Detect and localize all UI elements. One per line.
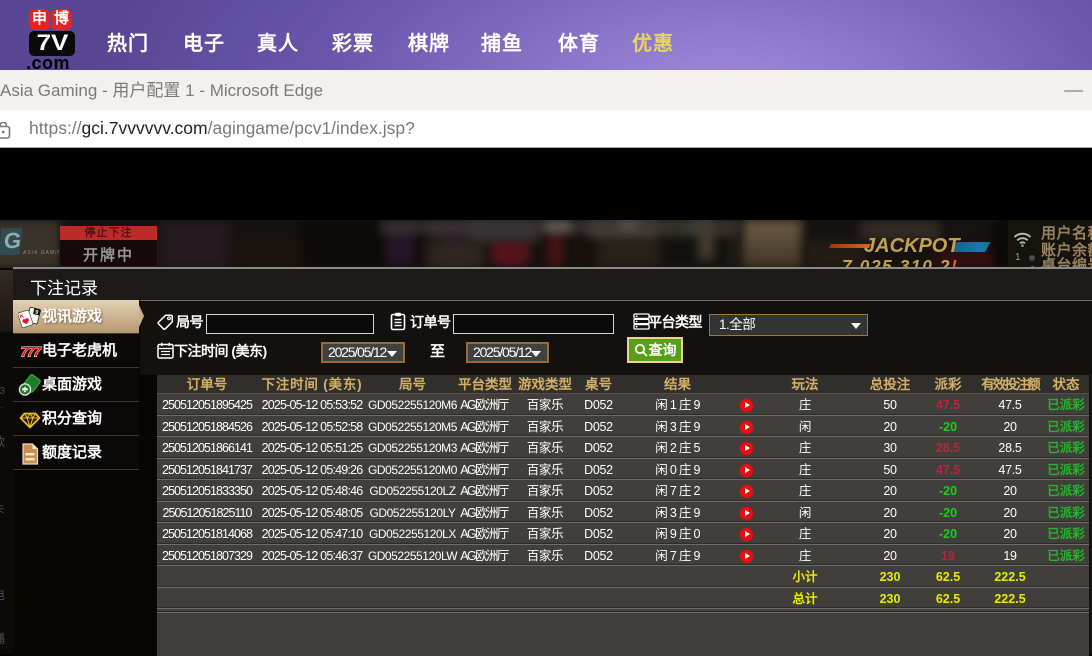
svg-text:777: 777 <box>21 344 42 360</box>
